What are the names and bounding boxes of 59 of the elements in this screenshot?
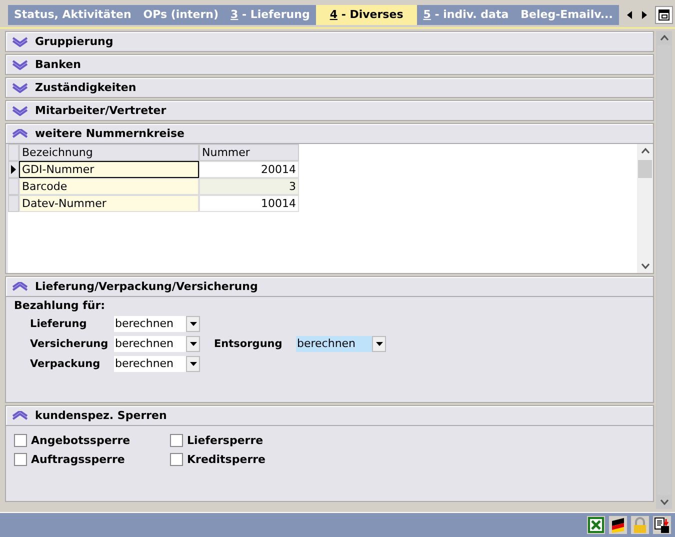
section-title: Mitarbeiter/Vertreter <box>35 104 166 117</box>
table-cell: 3 <box>199 178 299 195</box>
spreadsheet-icon[interactable] <box>587 516 605 534</box>
table-cell: 10014 <box>199 195 299 212</box>
section-title: Gruppierung <box>35 35 114 48</box>
field-label: Entsorgung <box>214 338 284 350</box>
column-header[interactable]: Nummer <box>199 144 299 161</box>
scrollbar-thumb[interactable] <box>638 160 652 178</box>
table-cell: Datev-Nummer <box>19 195 199 212</box>
scrollbar[interactable] <box>656 31 672 509</box>
section-title: Banken <box>35 58 81 71</box>
section-header[interactable]: Mitarbeiter/Vertreter <box>5 100 654 121</box>
caret-icon <box>190 322 196 326</box>
checkbox[interactable] <box>170 453 183 466</box>
section-header[interactable]: Lieferung/Verpackung/Versicherung <box>5 276 654 297</box>
section-title: weitere Nummernkreise <box>35 127 184 140</box>
window-icon[interactable] <box>654 6 673 24</box>
table-cell: 20014 <box>199 161 299 178</box>
table-cell: GDI-Nummer <box>19 161 199 178</box>
checkbox[interactable] <box>14 453 27 466</box>
scroll-down-icon[interactable] <box>660 499 668 505</box>
table-cell: Barcode <box>19 178 199 195</box>
dropdown[interactable]: berechnen <box>114 336 200 352</box>
row-header[interactable] <box>8 161 19 178</box>
dropdown[interactable]: berechnen <box>114 316 200 332</box>
tab[interactable]: 4 - Diverses <box>316 5 418 25</box>
scroll-up-icon[interactable] <box>640 148 650 154</box>
checkbox[interactable] <box>170 434 183 447</box>
scroll-down-icon[interactable] <box>640 263 650 269</box>
section-title: Lieferung/Verpackung/Versicherung <box>35 280 258 293</box>
caret-icon <box>190 342 196 346</box>
field-label: Lieferung <box>30 318 88 330</box>
scrollbar[interactable] <box>637 144 653 273</box>
section-title: Zuständigkeiten <box>35 81 136 94</box>
checkbox-label: Liefersperre <box>187 434 264 447</box>
dropdown[interactable]: berechnen <box>296 336 386 352</box>
dropdown[interactable]: berechnen <box>114 356 200 372</box>
field-label: Verpackung <box>30 358 102 370</box>
section-title: kundenspez. Sperren <box>35 409 167 422</box>
section-header[interactable]: Gruppierung <box>5 31 654 52</box>
section-header[interactable]: kundenspez. Sperren <box>5 405 654 426</box>
document-save-icon[interactable] <box>653 516 671 534</box>
checkbox[interactable] <box>14 434 27 447</box>
row-pointer-icon <box>11 165 16 174</box>
column-header[interactable]: Bezeichnung <box>19 144 199 161</box>
scroll-right-icon[interactable] <box>640 11 647 19</box>
caret-icon <box>190 362 196 366</box>
field-label: Versicherung <box>30 338 110 350</box>
caret-icon <box>376 342 382 346</box>
checkbox-label: Kreditsperre <box>187 453 266 466</box>
section-header[interactable]: Banken <box>5 54 654 75</box>
scroll-up-icon[interactable] <box>660 35 668 41</box>
flag-icon[interactable] <box>609 516 627 534</box>
section-header[interactable]: Zuständigkeiten <box>5 77 654 98</box>
checkbox-label: Angebotssperre <box>31 434 130 447</box>
checkbox-label: Auftragssperre <box>31 453 125 466</box>
section-header[interactable]: weitere Nummernkreise <box>5 123 654 144</box>
scroll-left-icon[interactable] <box>626 11 633 19</box>
group-label: Bezahlung für: <box>13 298 106 312</box>
